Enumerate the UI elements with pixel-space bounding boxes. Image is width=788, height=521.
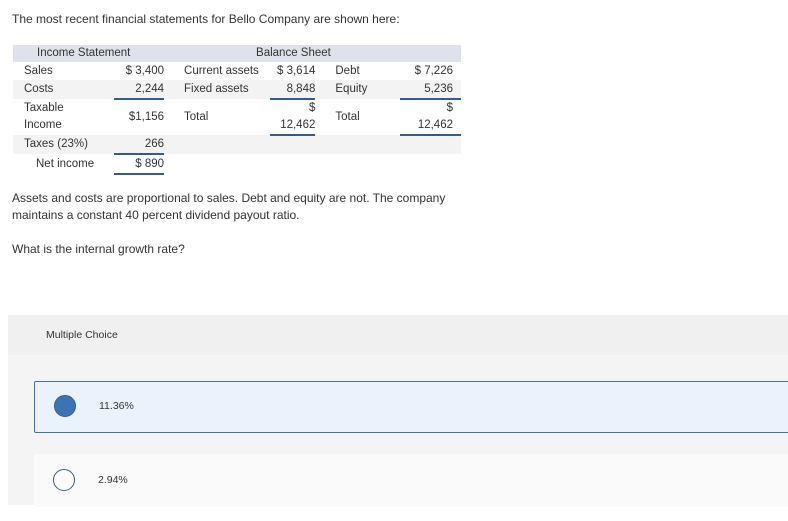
total-assets-value: $ 12,462 bbox=[270, 99, 316, 136]
table-row: Sales $ 3,400 Current assets $ 3,614 Deb… bbox=[13, 62, 461, 80]
choice-option-2[interactable]: 2.94% bbox=[34, 454, 788, 507]
radio-unselected-icon[interactable] bbox=[53, 469, 75, 491]
costs-value: 2,244 bbox=[114, 80, 165, 100]
total-assets-currency: $ bbox=[308, 102, 316, 114]
table-row: Taxable Income $1,156 Total $ 12,462 Tot… bbox=[13, 99, 461, 136]
debt-value: $ 7,226 bbox=[414, 64, 453, 77]
radio-selected-icon[interactable] bbox=[54, 395, 76, 417]
problem-line-2: maintains a constant 40 percent dividend… bbox=[12, 208, 300, 222]
multiple-choice-header: Multiple Choice bbox=[8, 315, 788, 355]
taxable-label-line2: Income bbox=[24, 119, 62, 131]
balance-sheet-header: Balance Sheet bbox=[164, 45, 461, 62]
choice-label: 2.94% bbox=[98, 474, 128, 486]
total-liabilities-label: Total bbox=[335, 110, 360, 123]
table-row: Costs 2,244 Fixed assets 8,848 Equity 5,… bbox=[13, 80, 461, 100]
net-income-value: $ 890 bbox=[114, 154, 165, 175]
taxes-value: 266 bbox=[114, 135, 165, 155]
current-assets-value: $ 3,614 bbox=[277, 64, 316, 77]
table-header-row: Income Statement Balance Sheet bbox=[13, 45, 461, 62]
current-assets-label: Current assets bbox=[184, 64, 259, 77]
question-text: What is the internal growth rate? bbox=[12, 242, 185, 256]
income-statement-header: Income Statement bbox=[13, 45, 165, 62]
total-assets-label: Total bbox=[184, 110, 209, 123]
table-row: Taxes (23%) 266 bbox=[13, 135, 461, 155]
choice-label: 11.36% bbox=[99, 400, 134, 412]
total-liabilities-value: $ 12,462 bbox=[399, 99, 461, 136]
choice-option-1[interactable]: 11.36% bbox=[34, 381, 788, 433]
problem-line-1: Assets and costs are proportional to sal… bbox=[12, 191, 446, 205]
sales-value: $ 3,400 bbox=[125, 64, 165, 77]
total-assets-amount: 12,462 bbox=[280, 119, 316, 131]
equity-label: Equity bbox=[315, 80, 400, 99]
intro-text: The most recent financial statements for… bbox=[12, 12, 400, 26]
multiple-choice-label: Multiple Choice bbox=[46, 329, 118, 341]
equity-value: 5,236 bbox=[399, 80, 461, 100]
balance-sheet-title: Balance Sheet bbox=[256, 47, 331, 59]
taxable-income-label: Taxable Income bbox=[13, 99, 114, 135]
net-income-label: Net income bbox=[36, 157, 95, 170]
fixed-assets-value: 8,848 bbox=[270, 80, 316, 100]
sales-label: Sales bbox=[24, 64, 53, 77]
table-row: Net income $ 890 bbox=[13, 154, 461, 175]
costs-label: Costs bbox=[13, 80, 115, 99]
problem-paragraph: Assets and costs are proportional to sal… bbox=[12, 190, 445, 224]
financial-statements-table: Income Statement Balance Sheet Sales $ 3… bbox=[13, 45, 461, 175]
taxable-income-value: $1,156 bbox=[128, 111, 165, 123]
taxable-label-line1: Taxable bbox=[24, 102, 64, 114]
fixed-assets-label: Fixed assets bbox=[164, 80, 271, 99]
debt-label: Debt bbox=[335, 64, 360, 77]
total-liabilities-currency: $ bbox=[446, 102, 453, 114]
taxes-label: Taxes (23%) bbox=[13, 135, 115, 154]
total-liabilities-amount: 12,462 bbox=[417, 119, 453, 131]
